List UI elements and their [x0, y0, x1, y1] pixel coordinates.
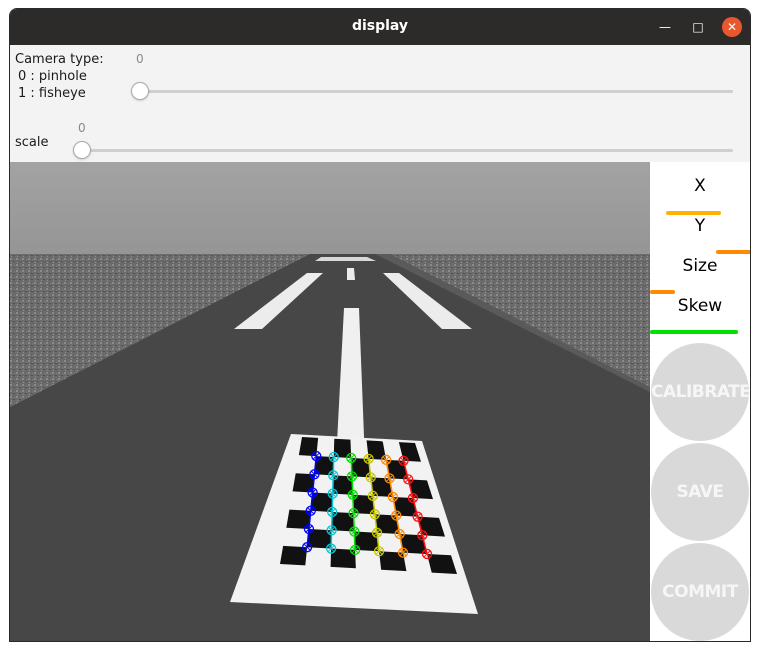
calibration-window: display — □ ✕ Camera type: 0 : pinhole 1…	[9, 8, 751, 642]
calibration-sidebar: X Y Size Skew CALIBRATE SAVE COMMIT	[650, 162, 750, 641]
metric-y-label: Y	[694, 216, 706, 236]
window-title: display	[351, 18, 409, 34]
sky	[10, 162, 650, 254]
trackbar-panel: Camera type: 0 : pinhole 1 : fisheye 0 s…	[10, 45, 750, 162]
metric-skew-label: Skew	[677, 296, 723, 316]
metric-size-bar	[650, 290, 675, 294]
camera-image	[10, 162, 650, 641]
metric-x-bar	[666, 211, 721, 215]
camera-type-slider-handle[interactable]	[131, 82, 149, 100]
metric-y-bar	[716, 250, 750, 254]
close-icon[interactable]: ✕	[722, 17, 742, 37]
camera-view	[10, 162, 650, 641]
checker-square	[292, 473, 315, 493]
maximize-icon[interactable]: □	[689, 18, 707, 36]
camera-type-option-fisheye: 1 : fisheye	[18, 86, 86, 101]
camera-type-slider[interactable]	[140, 90, 733, 93]
title-bar: display — □ ✕	[10, 9, 750, 45]
scale-slider-handle[interactable]	[73, 141, 91, 159]
camera-type-label: Camera type:	[15, 52, 104, 67]
scale-value: 0	[78, 121, 86, 135]
camera-type-option-pinhole: 0 : pinhole	[18, 69, 87, 84]
save-button[interactable]: SAVE	[651, 443, 749, 541]
camera-type-value: 0	[136, 52, 144, 66]
calibrate-button[interactable]: CALIBRATE	[651, 343, 750, 441]
scale-slider[interactable]	[82, 149, 733, 152]
metric-x-label: X	[694, 176, 706, 196]
commit-button[interactable]: COMMIT	[651, 543, 749, 641]
road-marking-center-far	[347, 268, 355, 280]
metric-skew-bar	[650, 330, 738, 334]
metric-size-label: Size	[682, 256, 718, 276]
scale-label: scale	[15, 135, 49, 150]
minimize-icon[interactable]: —	[656, 18, 674, 36]
checker-square	[298, 437, 319, 457]
